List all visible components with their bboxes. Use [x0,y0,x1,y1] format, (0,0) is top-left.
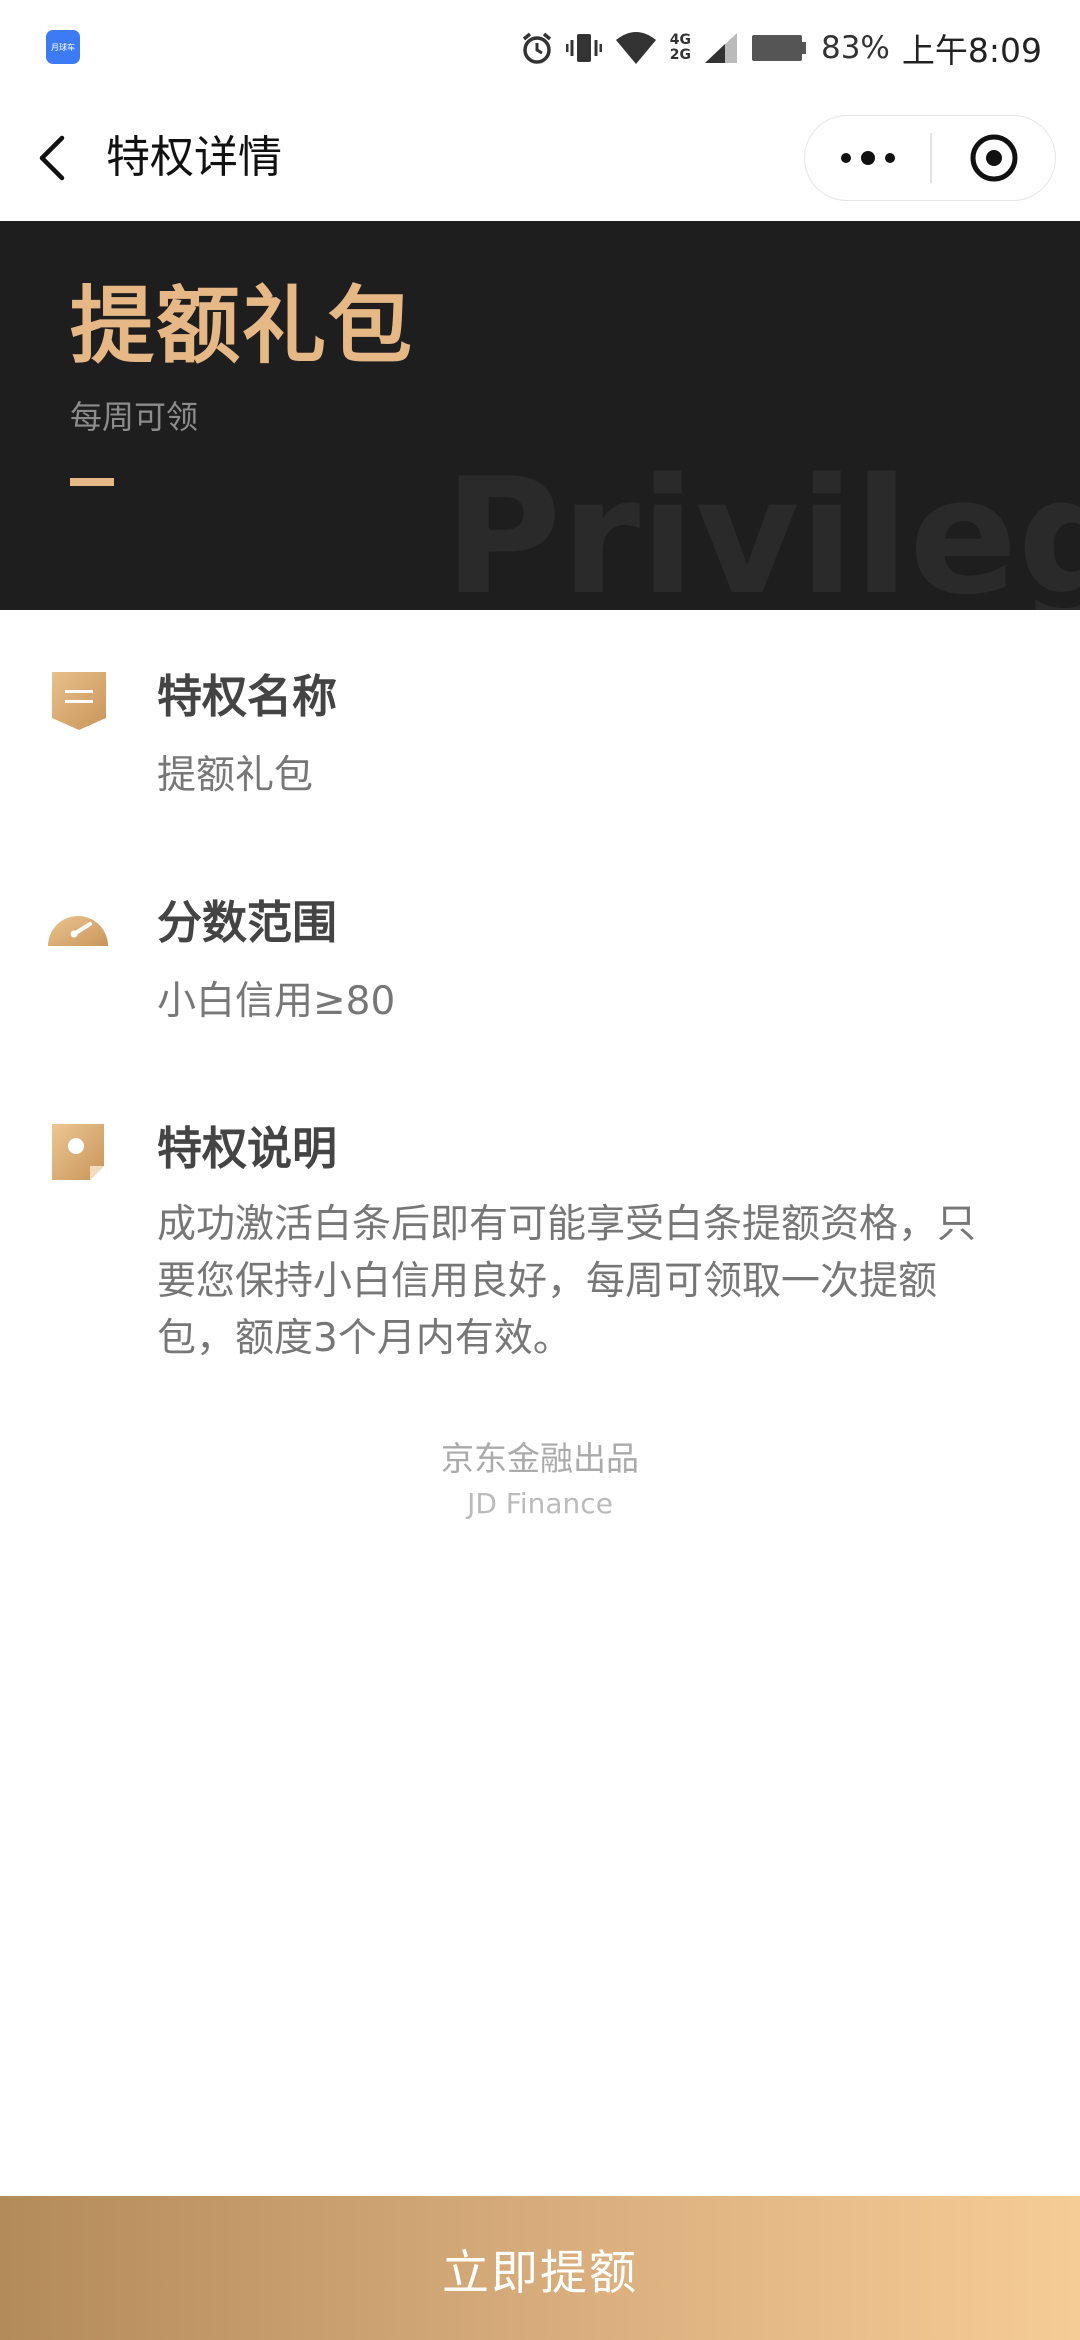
section-body: 提额礼包 [157,753,314,798]
section-body: 小白信用≥80 [157,979,396,1024]
privilege-hero: Privilege 提额礼包 每周可领 [0,221,1080,610]
status-time: 上午8:09 [901,31,1042,70]
section-score-range: 分数范围 小白信用≥80 [0,886,1080,1046]
section-privilege-description: 特权说明 成功激活白条后即有可能享受白条提额资格，只要您保持小白信用良好，每周可… [0,1112,1080,1372]
app-notification-icon: 月球车 [46,30,80,64]
section-privilege-name: 特权名称 提额礼包 [0,660,1080,820]
hero-watermark: Privilege [444,443,1080,610]
target-close-icon [970,134,1017,182]
app-badge-label: 月球车 [51,42,75,52]
signal-icon [704,33,737,63]
nav-bar: 特权详情 [0,96,1080,220]
status-bar: 月球车 4G 2G 83% 上午8:09 [0,0,1080,96]
alarm-icon [522,32,551,64]
more-button[interactable] [805,116,930,200]
footer-brand-cn: 京东金融出品 [441,1439,639,1478]
wifi-icon [615,32,656,64]
close-miniprogram-button[interactable] [932,116,1055,200]
section-title: 分数范围 [157,896,338,949]
note-icon [50,1122,106,1182]
hero-title: 提额礼包 [70,277,415,375]
battery-icon [751,35,806,61]
back-button[interactable] [30,130,76,186]
document-icon [48,670,110,732]
chevron-left-icon [39,135,65,181]
battery-percent: 83% [820,30,890,66]
hero-subtitle: 每周可领 [70,398,199,436]
section-body: 成功激活白条后即有可能享受白条提额资格，只要您保持小白信用良好，每周可领取一次提… [157,1202,977,1361]
footer-brand-en: JD Finance [467,1487,613,1520]
hero-accent-bar [70,478,114,486]
status-icons: 4G 2G 83% 上午8:09 [520,22,1042,74]
section-title: 特权名称 [157,670,338,723]
network-type: 4G 2G [670,33,691,63]
page-title: 特权详情 [106,132,282,183]
more-dots-icon [840,151,895,165]
vibrate-icon [565,34,602,62]
raise-limit-label: 立即提额 [442,2245,638,2299]
network-4g-label: 4G [669,32,691,48]
gauge-icon [46,896,110,952]
raise-limit-button[interactable]: 立即提额 [0,2196,1080,2340]
section-title: 特权说明 [157,1122,338,1175]
network-2g-label: 2G [669,47,691,63]
miniprogram-capsule [804,115,1056,201]
